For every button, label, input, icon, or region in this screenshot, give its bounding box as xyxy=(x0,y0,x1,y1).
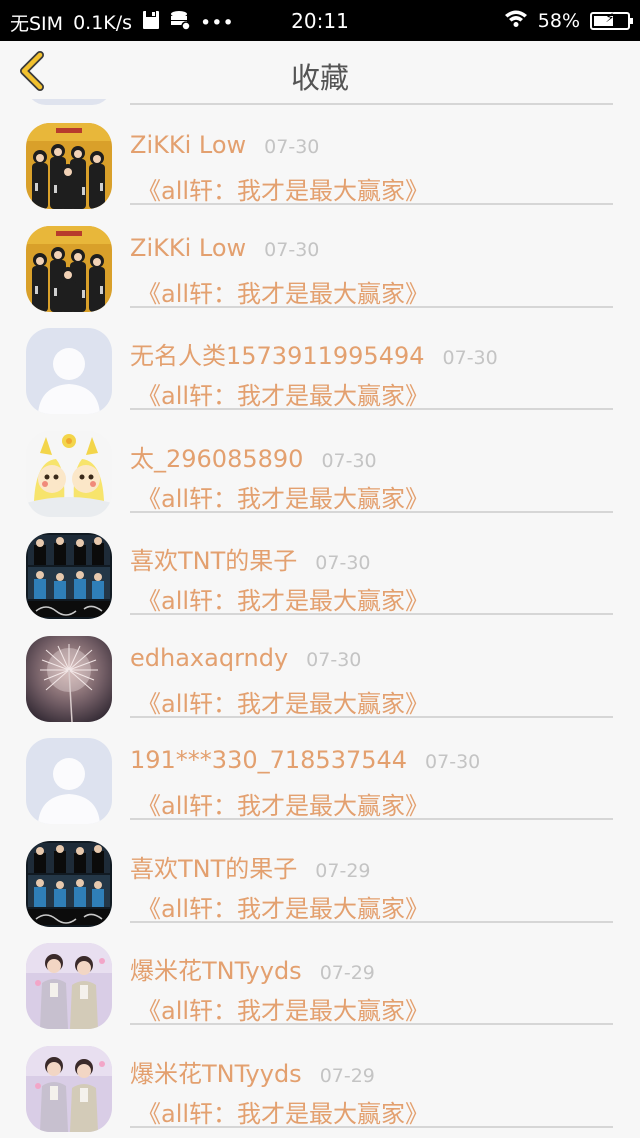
favorite-title[interactable]: 《all轩：我才是最大赢家》 xyxy=(137,581,429,616)
status-bar: 无SIM 0.1K/s ••• 20:11 58% ⚡ xyxy=(0,0,640,41)
battery-icon: ⚡ xyxy=(590,11,633,30)
username[interactable]: ZiKKi Low xyxy=(130,131,246,159)
username[interactable]: 太_296085890 xyxy=(130,439,303,474)
favorite-title[interactable]: 《all轩：我才是最大赢家》 xyxy=(137,479,429,514)
list-item[interactable]: 爆米花TNTyyds 07-29 《all轩：我才是最大赢家》 xyxy=(0,923,640,1029)
list-item[interactable]: 爆米花TNTyyds 07-29 《all轩：我才是最大赢家》 xyxy=(0,1026,640,1132)
favorite-title[interactable]: 《all轩：我才是最大赢家》 xyxy=(137,274,429,309)
battery-percent: 58% xyxy=(537,9,580,32)
username[interactable]: 无名人类1573911995494 xyxy=(130,336,425,371)
list-item[interactable]: 喜欢TNT的果子 07-30 《all轩：我才是最大赢家》 xyxy=(0,513,640,619)
favorites-list[interactable]: ZiKKi Low 07-30 《all轩：我才是最大赢家》 ZiKKi Low 07… xyxy=(0,41,640,1138)
favorite-title[interactable]: 《all轩：我才是最大赢家》 xyxy=(137,376,429,411)
list-item[interactable]: 喜欢TNT的果子 07-29 《all轩：我才是最大赢家》 xyxy=(0,821,640,927)
date-label: 07-30 xyxy=(264,238,320,261)
list-item[interactable]: 太_296085890 07-30 《all轩：我才是最大赢家》 xyxy=(0,411,640,517)
favorite-title[interactable]: 《all轩：我才是最大赢家》 xyxy=(137,1094,429,1129)
username[interactable]: 191***330_718537544 xyxy=(130,746,407,774)
date-label: 07-29 xyxy=(315,859,371,882)
date-label: 07-30 xyxy=(425,751,481,773)
date-label: 07-30 xyxy=(315,552,371,574)
avatar[interactable] xyxy=(26,943,112,1029)
date-label: 07-30 xyxy=(321,449,377,472)
username[interactable]: ZiKKi Low xyxy=(130,234,246,262)
title-bar: 收藏 xyxy=(0,41,640,99)
avatar[interactable] xyxy=(26,738,112,824)
favorite-title[interactable]: 《all轩：我才是最大赢家》 xyxy=(137,991,429,1026)
username[interactable]: 喜欢TNT的果子 xyxy=(130,541,297,576)
username[interactable]: 喜欢TNT的果子 xyxy=(130,849,297,884)
favorite-title[interactable]: 《all轩：我才是最大赢家》 xyxy=(137,786,429,821)
date-label: 07-30 xyxy=(306,648,362,671)
favorite-title[interactable]: 《all轩：我才是最大赢家》 xyxy=(137,684,429,719)
avatar[interactable] xyxy=(26,123,112,209)
list-item[interactable]: 无名人类1573911995494 07-30 《all轩：我才是最大赢家》 xyxy=(0,308,640,414)
date-label: 07-29 xyxy=(319,1064,375,1087)
avatar[interactable] xyxy=(26,635,112,722)
date-label: 07-30 xyxy=(264,136,320,158)
favorite-title[interactable]: 《all轩：我才是最大赢家》 xyxy=(137,171,429,206)
avatar[interactable] xyxy=(26,225,112,312)
username[interactable]: 爆米花TNTyyds xyxy=(130,1054,302,1089)
list-item[interactable]: edhaxaqrndy 07-30 《all轩：我才是最大赢家》 xyxy=(0,616,640,722)
date-label: 07-29 xyxy=(319,962,375,984)
list-item[interactable]: 191***330_718537544 07-30 《all轩：我才是最大赢家》 xyxy=(0,718,640,824)
username[interactable]: 爆米花TNTyyds xyxy=(130,951,302,986)
avatar[interactable] xyxy=(26,1045,112,1132)
list-item[interactable]: ZiKKi Low 07-30 《all轩：我才是最大赢家》 xyxy=(0,206,640,312)
page-title: 收藏 xyxy=(290,61,349,95)
wifi-icon xyxy=(504,9,528,32)
avatar[interactable] xyxy=(26,533,112,619)
avatar[interactable] xyxy=(26,430,112,517)
list-item[interactable]: ZiKKi Low 07-30 《all轩：我才是最大赢家》 xyxy=(0,103,640,209)
avatar[interactable] xyxy=(26,328,112,414)
date-label: 07-30 xyxy=(442,347,498,369)
favorite-title[interactable]: 《all轩：我才是最大赢家》 xyxy=(137,889,429,924)
avatar[interactable] xyxy=(26,840,112,927)
username[interactable]: edhaxaqrndy xyxy=(130,644,288,672)
divider xyxy=(130,1125,613,1128)
